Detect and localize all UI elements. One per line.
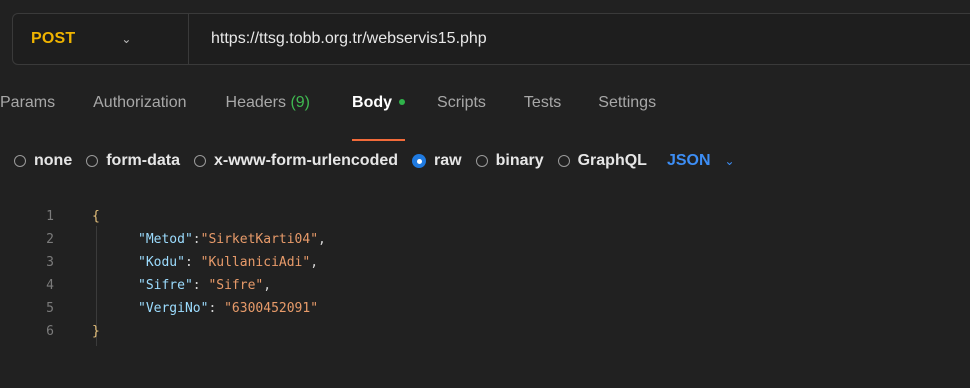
chevron-down-icon: ⌄ bbox=[724, 154, 735, 168]
active-tab-underline bbox=[352, 139, 406, 141]
json-comma: , bbox=[263, 278, 272, 293]
radio-binary-label: binary bbox=[495, 152, 544, 169]
json-value: "Sifre" bbox=[208, 278, 264, 293]
radio-binary[interactable]: binary bbox=[475, 152, 544, 170]
radio-circle-icon bbox=[194, 155, 206, 167]
chevron-down-icon: ⌄ bbox=[121, 32, 132, 46]
radio-graphql[interactable]: GraphQL bbox=[557, 152, 647, 170]
tab-authorization[interactable]: Authorization bbox=[93, 90, 186, 130]
code-line: 1 { bbox=[0, 207, 970, 227]
tab-settings-label: Settings bbox=[598, 94, 657, 111]
json-value: "KullaniciAdi" bbox=[200, 255, 311, 270]
tab-settings[interactable]: Settings bbox=[598, 90, 656, 130]
line-number: 1 bbox=[46, 209, 54, 224]
radio-circle-icon bbox=[86, 155, 99, 167]
radio-form-data-label: form-data bbox=[106, 152, 180, 169]
code-line: 5 "VergiNo": "6300452091" bbox=[0, 299, 970, 319]
radio-circle-icon bbox=[557, 155, 570, 167]
tab-params[interactable]: Params bbox=[0, 90, 55, 130]
radio-x-www-form-urlencoded[interactable]: x-www-form-urlencoded bbox=[194, 152, 398, 170]
radio-raw[interactable]: raw bbox=[412, 152, 462, 170]
modified-dot-icon bbox=[399, 98, 406, 105]
line-number: 2 bbox=[46, 232, 54, 247]
code-line: 2 "Metod":"SirketKarti04", bbox=[0, 230, 970, 250]
json-comma: , bbox=[310, 255, 319, 270]
json-comma: , bbox=[318, 232, 326, 247]
code-line: 4 "Sifre": "Sifre", bbox=[0, 276, 970, 296]
tab-body-label: Body bbox=[352, 94, 393, 111]
tab-scripts[interactable]: Scripts bbox=[437, 90, 486, 130]
json-colon: : bbox=[192, 232, 201, 247]
json-colon: : bbox=[192, 278, 209, 293]
radio-form-data[interactable]: form-data bbox=[86, 152, 180, 170]
language-label: JSON bbox=[666, 152, 711, 169]
open-brace: { bbox=[92, 209, 100, 224]
tab-headers[interactable]: Headers (9) bbox=[226, 90, 311, 130]
radio-none[interactable]: none bbox=[14, 152, 72, 170]
radio-graphql-label: GraphQL bbox=[577, 152, 647, 169]
tab-scripts-label: Scripts bbox=[437, 94, 486, 111]
line-number: 6 bbox=[46, 324, 54, 339]
tab-headers-count: (9) bbox=[290, 94, 311, 111]
close-brace: } bbox=[92, 324, 100, 339]
json-value: "6300452091" bbox=[224, 301, 319, 316]
json-key: "Metod" bbox=[138, 232, 193, 247]
line-number: 3 bbox=[46, 255, 54, 270]
tab-tests[interactable]: Tests bbox=[524, 90, 561, 130]
tab-authorization-label: Authorization bbox=[93, 94, 187, 111]
json-key: "VergiNo" bbox=[138, 301, 209, 316]
language-selector[interactable]: JSON ⌄ bbox=[667, 152, 735, 170]
tab-params-label: Params bbox=[0, 94, 56, 111]
json-colon: : bbox=[208, 301, 225, 316]
method-selector[interactable]: POST ⌄ bbox=[13, 14, 189, 64]
json-value: "SirketKarti04" bbox=[200, 232, 319, 247]
body-type-options: none form-data x-www-form-urlencoded raw… bbox=[14, 149, 735, 173]
code-editor[interactable]: 1 { 2 "Metod":"SirketKarti04", 3 "Kodu":… bbox=[0, 204, 970, 388]
request-tabs: Params Authorization Headers (9) Body Sc… bbox=[0, 90, 656, 141]
line-number: 5 bbox=[46, 301, 54, 316]
code-line: 6 } bbox=[0, 322, 970, 342]
json-key: "Kodu" bbox=[138, 255, 185, 270]
tab-tests-label: Tests bbox=[523, 94, 562, 111]
tab-body[interactable]: Body bbox=[352, 90, 406, 141]
code-line: 3 "Kodu": "KullaniciAdi", bbox=[0, 253, 970, 273]
radio-circle-icon bbox=[475, 155, 488, 167]
radio-raw-label: raw bbox=[434, 152, 462, 169]
tab-headers-label: Headers bbox=[225, 94, 286, 111]
radio-selected-icon bbox=[412, 154, 427, 168]
json-key: "Sifre" bbox=[138, 278, 193, 293]
url-input[interactable]: https://ttsg.tobb.org.tr/webservis15.php bbox=[189, 30, 487, 48]
radio-urlencoded-label: x-www-form-urlencoded bbox=[214, 152, 399, 169]
method-label: POST bbox=[31, 30, 76, 47]
line-number: 4 bbox=[46, 278, 54, 293]
request-url-bar: POST ⌄ https://ttsg.tobb.org.tr/webservi… bbox=[12, 13, 970, 65]
radio-none-label: none bbox=[34, 152, 73, 169]
json-colon: : bbox=[184, 255, 201, 270]
radio-circle-icon bbox=[14, 155, 26, 167]
